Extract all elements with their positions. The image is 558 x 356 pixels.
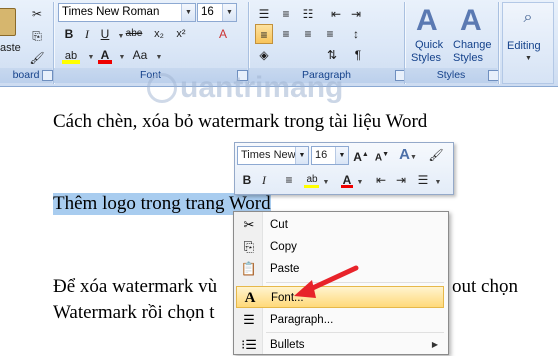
- shading-icon[interactable]: ◈: [255, 45, 273, 65]
- menu-item-label: Paragraph...: [270, 314, 334, 326]
- watermark-logo: [147, 73, 177, 103]
- highlight-color-button[interactable]: ab: [60, 45, 82, 65]
- document-line-3a: Để xóa watermark vù: [53, 276, 218, 297]
- increase-indent-icon[interactable]: ⇥: [347, 4, 365, 24]
- menu-item-copy[interactable]: ⎘ Copy: [236, 236, 444, 258]
- align-center-button[interactable]: ≡: [277, 24, 295, 44]
- mini-center-button[interactable]: ≡: [281, 171, 297, 189]
- font-icon: A: [244, 290, 256, 306]
- shrink-font-icon[interactable]: A▼: [373, 146, 391, 164]
- format-painter-icon[interactable]: 🖌: [427, 146, 445, 164]
- font-size-combo[interactable]: 16 ▼: [197, 3, 237, 22]
- subscript-button[interactable]: x₂: [150, 24, 168, 44]
- change-styles-label-2: Styles: [453, 52, 483, 64]
- mini-font-name-value: Times New: [241, 149, 296, 161]
- document-line-1: Cách chèn, xóa bỏ watermark trong tài li…: [53, 111, 428, 132]
- quick-styles-label-1: Quick: [415, 39, 444, 51]
- bold-button[interactable]: B: [60, 24, 78, 44]
- paragraph-icon: ☰: [243, 312, 255, 327]
- mini-highlight-dropdown-icon[interactable]: ▼: [321, 171, 331, 189]
- align-left-button[interactable]: ≡: [255, 24, 273, 44]
- cut-icon[interactable]: ✂: [27, 4, 47, 24]
- mini-highlight-button[interactable]: ab: [303, 171, 321, 189]
- paste-icon: [0, 8, 16, 36]
- decrease-indent-icon[interactable]: ⇤: [327, 4, 345, 24]
- paste-button[interactable]: aste: [0, 2, 22, 66]
- mini-font-size-value: 16: [315, 149, 328, 161]
- mini-bullets-icon[interactable]: ☰: [415, 171, 431, 189]
- document-line-3b: out chọn: [452, 276, 518, 297]
- mini-decrease-indent-icon[interactable]: ⇤: [373, 171, 389, 189]
- chevron-down-icon: ▼: [525, 55, 532, 62]
- line-spacing-icon[interactable]: ↕: [347, 24, 365, 44]
- show-hide-button[interactable]: ¶: [349, 45, 367, 65]
- clipboard-dialog-launcher[interactable]: [42, 70, 53, 81]
- paste-label: aste: [0, 42, 21, 54]
- chevron-down-icon[interactable]: ▼: [335, 147, 348, 164]
- annotation-arrow-icon: [294, 265, 359, 298]
- change-styles-label-1: Change: [453, 39, 492, 51]
- font-name-combo[interactable]: Times New Roman ▼: [58, 3, 196, 22]
- chevron-down-icon[interactable]: ▼: [295, 147, 308, 164]
- watermark-text: uantrimang: [180, 71, 344, 104]
- editing-button[interactable]: ⌕ Editing ▼: [502, 2, 554, 84]
- styles-group-label: Styles: [405, 68, 497, 83]
- sort-icon[interactable]: ⇅: [323, 45, 341, 65]
- change-styles-icon: A: [460, 4, 482, 37]
- chevron-down-icon[interactable]: ▼: [222, 4, 236, 21]
- chevron-down-icon[interactable]: ▼: [181, 4, 195, 21]
- quick-styles-label-2: Styles: [411, 52, 441, 64]
- menu-item-paragraph[interactable]: ☰ Paragraph...: [236, 309, 444, 331]
- mini-increase-indent-icon[interactable]: ⇥: [393, 171, 409, 189]
- strikethrough-button[interactable]: abe: [125, 24, 143, 44]
- font-color-button[interactable]: A: [96, 45, 114, 65]
- menu-item-cut[interactable]: ✂ Cut: [236, 214, 444, 236]
- mini-font-size-combo[interactable]: 16 ▼: [311, 146, 349, 165]
- superscript-button[interactable]: x²: [172, 24, 190, 44]
- justify-button[interactable]: ≡: [321, 24, 339, 44]
- copy-icon: ⎘: [243, 239, 255, 254]
- mini-font-color-button[interactable]: A: [339, 171, 355, 189]
- quick-styles-button[interactable]: A Quick Styles: [408, 2, 452, 66]
- bullets-icon[interactable]: ☰: [255, 4, 273, 24]
- align-right-button[interactable]: ≡: [299, 24, 317, 44]
- menu-item-label: Cut: [270, 219, 288, 231]
- grow-font-icon[interactable]: A▲: [352, 146, 370, 164]
- font-name-value: Times New Roman: [62, 6, 160, 18]
- paste-icon: 📋: [240, 261, 258, 276]
- mini-bullets-dropdown-icon[interactable]: ▼: [433, 171, 443, 189]
- mini-font-color-dropdown-icon[interactable]: ▼: [355, 171, 365, 189]
- mini-font-name-combo[interactable]: Times New ▼: [237, 146, 309, 165]
- binoculars-icon: ⌕: [523, 9, 533, 26]
- quick-styles-icon: A: [416, 4, 438, 37]
- clear-formatting-button[interactable]: A: [214, 24, 232, 44]
- change-case-dropdown-icon[interactable]: ▼: [150, 45, 168, 65]
- numbering-icon[interactable]: ≡: [277, 4, 295, 24]
- change-styles-button[interactable]: A Change Styles: [452, 2, 498, 66]
- italic-button[interactable]: I: [78, 24, 96, 44]
- document-line-4: Watermark rồi chọn t: [53, 302, 215, 323]
- format-painter-icon[interactable]: 🖌: [27, 48, 47, 68]
- mini-toolbar: Times New ▼ 16 ▼ A▲ A▼ A▼ 🖌 B I ≡ ab ▼ A…: [234, 142, 454, 195]
- scissors-icon: ✂: [243, 217, 255, 232]
- editing-label: Editing: [507, 40, 541, 52]
- bullets-icon: ⁝☰: [241, 337, 257, 352]
- menu-item-label: Copy: [270, 241, 297, 253]
- multilevel-list-icon[interactable]: ☷: [299, 4, 317, 24]
- mini-italic-button[interactable]: I: [257, 171, 271, 189]
- styles-icon[interactable]: A▼: [397, 146, 419, 164]
- mini-bold-button[interactable]: B: [239, 171, 255, 189]
- font-size-value: 16: [201, 6, 214, 18]
- change-case-button[interactable]: Aa: [128, 45, 152, 65]
- copy-icon[interactable]: ⎘: [27, 26, 47, 46]
